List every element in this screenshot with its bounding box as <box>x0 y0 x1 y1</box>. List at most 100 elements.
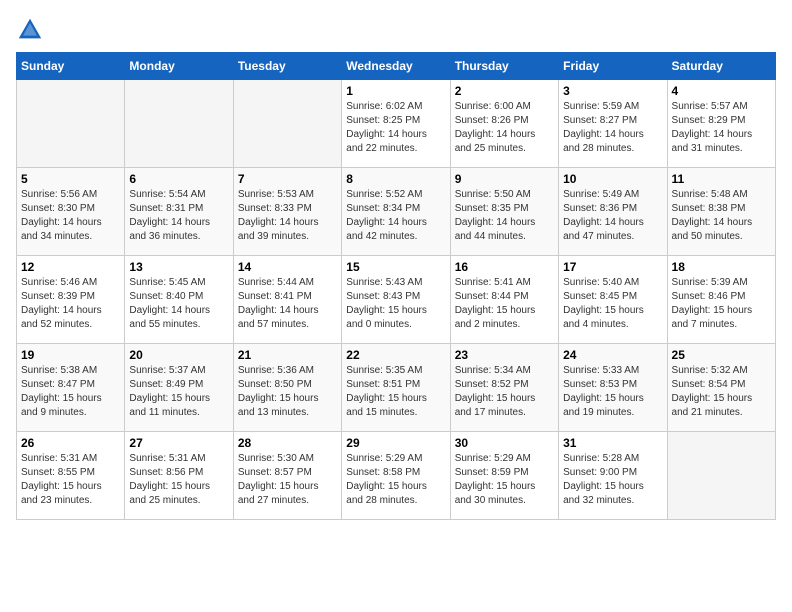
day-number: 29 <box>346 436 445 450</box>
day-info: Sunrise: 5:45 AMSunset: 8:40 PMDaylight:… <box>129 276 228 332</box>
day-number: 20 <box>129 348 228 362</box>
weekday-header-tuesday: Tuesday <box>233 53 341 80</box>
weekday-header-monday: Monday <box>125 53 233 80</box>
day-number: 3 <box>563 84 662 98</box>
calendar-week-row: 12 Sunrise: 5:46 AMSunset: 8:39 PMDayligh… <box>17 256 776 344</box>
day-number: 11 <box>672 172 771 186</box>
day-number: 5 <box>21 172 120 186</box>
weekday-header-wednesday: Wednesday <box>342 53 450 80</box>
calendar-cell: 7 Sunrise: 5:53 AMSunset: 8:33 PMDaylight… <box>233 168 341 256</box>
day-number: 15 <box>346 260 445 274</box>
day-number: 27 <box>129 436 228 450</box>
day-info: Sunrise: 5:57 AMSunset: 8:29 PMDaylight:… <box>672 100 771 156</box>
day-number: 7 <box>238 172 337 186</box>
day-info: Sunrise: 5:43 AMSunset: 8:43 PMDaylight:… <box>346 276 445 332</box>
calendar-cell: 8 Sunrise: 5:52 AMSunset: 8:34 PMDaylight… <box>342 168 450 256</box>
day-number: 24 <box>563 348 662 362</box>
calendar-cell: 1Sunrise: 6:02 AMSunset: 8:25 PMDaylight… <box>342 80 450 168</box>
calendar-cell: 2Sunrise: 6:00 AMSunset: 8:26 PMDaylight… <box>450 80 558 168</box>
day-info: Sunrise: 5:28 AMSunset: 9:00 PMDaylight:… <box>563 452 662 508</box>
day-number: 17 <box>563 260 662 274</box>
day-number: 31 <box>563 436 662 450</box>
day-number: 2 <box>455 84 554 98</box>
day-info: Sunrise: 5:44 AMSunset: 8:41 PMDaylight:… <box>238 276 337 332</box>
day-number: 25 <box>672 348 771 362</box>
calendar-cell: 31 Sunrise: 5:28 AMSunset: 9:00 PMDayligh… <box>559 432 667 520</box>
calendar-cell <box>233 80 341 168</box>
calendar-cell: 11 Sunrise: 5:48 AMSunset: 8:38 PMDayligh… <box>667 168 775 256</box>
calendar-cell <box>125 80 233 168</box>
day-info: Sunrise: 5:53 AMSunset: 8:33 PMDaylight:… <box>238 188 337 244</box>
calendar-week-row: 26Sunrise: 5:31 AMSunset: 8:55 PMDayligh… <box>17 432 776 520</box>
day-number: 19 <box>21 348 120 362</box>
day-number: 22 <box>346 348 445 362</box>
day-number: 28 <box>238 436 337 450</box>
day-number: 4 <box>672 84 771 98</box>
calendar-cell: 25Sunrise: 5:32 AMSunset: 8:54 PMDayligh… <box>667 344 775 432</box>
day-info: Sunrise: 5:29 AMSunset: 8:59 PMDaylight:… <box>455 452 554 508</box>
calendar-cell: 26Sunrise: 5:31 AMSunset: 8:55 PMDayligh… <box>17 432 125 520</box>
calendar-cell: 17 Sunrise: 5:40 AMSunset: 8:45 PMDayligh… <box>559 256 667 344</box>
day-number: 13 <box>129 260 228 274</box>
calendar-cell: 19 Sunrise: 5:38 AMSunset: 8:47 PMDayligh… <box>17 344 125 432</box>
day-number: 23 <box>455 348 554 362</box>
day-number: 10 <box>563 172 662 186</box>
day-info: Sunrise: 5:33 AMSunset: 8:53 PMDaylight:… <box>563 364 662 420</box>
day-info: Sunrise: 5:40 AMSunset: 8:45 PMDaylight:… <box>563 276 662 332</box>
calendar-cell: 10 Sunrise: 5:49 AMSunset: 8:36 PMDayligh… <box>559 168 667 256</box>
calendar-cell: 3 Sunrise: 5:59 AMSunset: 8:27 PMDaylight… <box>559 80 667 168</box>
day-number: 6 <box>129 172 228 186</box>
day-number: 14 <box>238 260 337 274</box>
calendar-cell <box>667 432 775 520</box>
weekday-header-sunday: Sunday <box>17 53 125 80</box>
day-info: Sunrise: 5:35 AMSunset: 8:51 PMDaylight:… <box>346 364 445 420</box>
calendar-cell: 12 Sunrise: 5:46 AMSunset: 8:39 PMDayligh… <box>17 256 125 344</box>
calendar-week-row: 19 Sunrise: 5:38 AMSunset: 8:47 PMDayligh… <box>17 344 776 432</box>
day-info: Sunrise: 5:52 AMSunset: 8:34 PMDaylight:… <box>346 188 445 244</box>
day-info: Sunrise: 5:34 AMSunset: 8:52 PMDaylight:… <box>455 364 554 420</box>
calendar-cell: 21 Sunrise: 5:36 AMSunset: 8:50 PMDayligh… <box>233 344 341 432</box>
day-info: Sunrise: 5:46 AMSunset: 8:39 PMDaylight:… <box>21 276 120 332</box>
day-info: Sunrise: 5:29 AMSunset: 8:58 PMDaylight:… <box>346 452 445 508</box>
day-info: Sunrise: 5:56 AMSunset: 8:30 PMDaylight:… <box>21 188 120 244</box>
calendar-week-row: 5 Sunrise: 5:56 AMSunset: 8:30 PMDaylight… <box>17 168 776 256</box>
day-info: Sunrise: 5:41 AMSunset: 8:44 PMDaylight:… <box>455 276 554 332</box>
header <box>16 16 776 44</box>
day-info: Sunrise: 5:36 AMSunset: 8:50 PMDaylight:… <box>238 364 337 420</box>
calendar-cell: 9Sunrise: 5:50 AMSunset: 8:35 PMDaylight… <box>450 168 558 256</box>
day-info: Sunrise: 5:48 AMSunset: 8:38 PMDaylight:… <box>672 188 771 244</box>
calendar-cell: 13 Sunrise: 5:45 AMSunset: 8:40 PMDayligh… <box>125 256 233 344</box>
day-info: Sunrise: 5:38 AMSunset: 8:47 PMDaylight:… <box>21 364 120 420</box>
calendar-week-row: 1Sunrise: 6:02 AMSunset: 8:25 PMDaylight… <box>17 80 776 168</box>
day-info: Sunrise: 5:30 AMSunset: 8:57 PMDaylight:… <box>238 452 337 508</box>
day-number: 26 <box>21 436 120 450</box>
day-info: Sunrise: 6:02 AMSunset: 8:25 PMDaylight:… <box>346 100 445 156</box>
calendar-cell: 20 Sunrise: 5:37 AMSunset: 8:49 PMDayligh… <box>125 344 233 432</box>
calendar-cell: 23 Sunrise: 5:34 AMSunset: 8:52 PMDayligh… <box>450 344 558 432</box>
day-info: Sunrise: 5:50 AMSunset: 8:35 PMDaylight:… <box>455 188 554 244</box>
weekday-header-saturday: Saturday <box>667 53 775 80</box>
calendar-cell: 24 Sunrise: 5:33 AMSunset: 8:53 PMDayligh… <box>559 344 667 432</box>
calendar-cell <box>17 80 125 168</box>
day-info: Sunrise: 5:39 AMSunset: 8:46 PMDaylight:… <box>672 276 771 332</box>
calendar-cell: 5 Sunrise: 5:56 AMSunset: 8:30 PMDaylight… <box>17 168 125 256</box>
day-number: 16 <box>455 260 554 274</box>
calendar-cell: 18Sunrise: 5:39 AMSunset: 8:46 PMDayligh… <box>667 256 775 344</box>
calendar-cell: 14 Sunrise: 5:44 AMSunset: 8:41 PMDayligh… <box>233 256 341 344</box>
day-info: Sunrise: 5:49 AMSunset: 8:36 PMDaylight:… <box>563 188 662 244</box>
calendar-cell: 4 Sunrise: 5:57 AMSunset: 8:29 PMDaylight… <box>667 80 775 168</box>
calendar-cell: 22 Sunrise: 5:35 AMSunset: 8:51 PMDayligh… <box>342 344 450 432</box>
weekday-header-row: SundayMondayTuesdayWednesdayThursdayFrid… <box>17 53 776 80</box>
calendar-cell: 29 Sunrise: 5:29 AMSunset: 8:58 PMDayligh… <box>342 432 450 520</box>
logo-icon <box>16 16 44 44</box>
day-info: Sunrise: 5:37 AMSunset: 8:49 PMDaylight:… <box>129 364 228 420</box>
weekday-header-friday: Friday <box>559 53 667 80</box>
calendar-cell: 28 Sunrise: 5:30 AMSunset: 8:57 PMDayligh… <box>233 432 341 520</box>
day-number: 21 <box>238 348 337 362</box>
day-number: 12 <box>21 260 120 274</box>
calendar-cell: 27Sunrise: 5:31 AMSunset: 8:56 PMDayligh… <box>125 432 233 520</box>
day-number: 8 <box>346 172 445 186</box>
day-info: Sunrise: 5:54 AMSunset: 8:31 PMDaylight:… <box>129 188 228 244</box>
calendar-cell: 6 Sunrise: 5:54 AMSunset: 8:31 PMDaylight… <box>125 168 233 256</box>
day-info: Sunrise: 5:59 AMSunset: 8:27 PMDaylight:… <box>563 100 662 156</box>
